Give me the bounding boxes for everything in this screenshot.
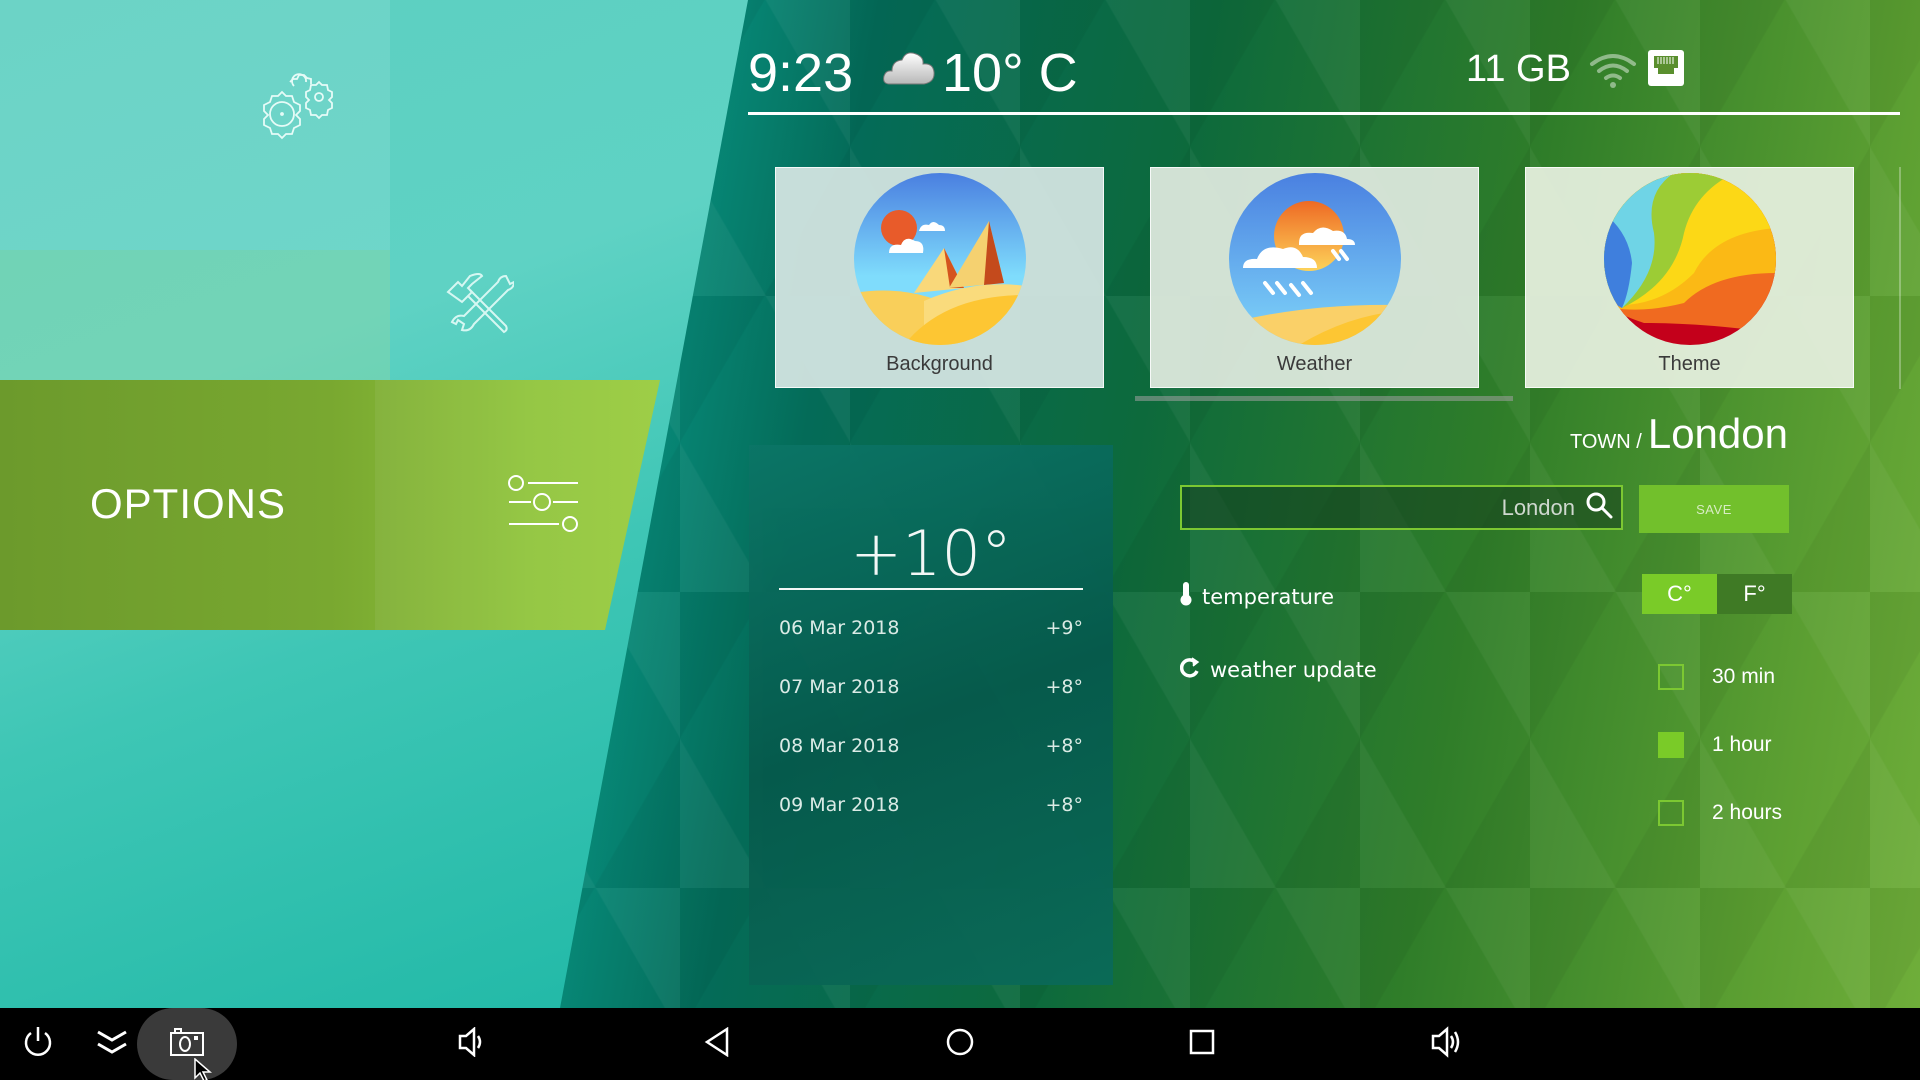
volume-up-button[interactable] — [1426, 1008, 1466, 1080]
temperature-unit-toggle[interactable]: C° F° — [1642, 574, 1792, 614]
unit-fahrenheit-button[interactable]: F° — [1717, 574, 1792, 614]
wifi-icon — [1588, 50, 1638, 95]
forecast-temp: +8° — [1045, 676, 1083, 698]
update-option-label: 30 min — [1712, 665, 1776, 688]
forecast-row: 09 Mar 2018 +8° — [779, 794, 1083, 816]
tile-label: Theme — [1658, 353, 1721, 375]
tile-background[interactable]: Background — [775, 167, 1104, 388]
town-name: London — [1647, 410, 1788, 457]
weather-update-setting: weather update — [1179, 656, 1377, 683]
update-checkbox[interactable] — [1658, 732, 1684, 758]
town-search-input[interactable] — [1182, 494, 1575, 521]
unit-celsius-button[interactable]: C° — [1642, 574, 1717, 614]
tile-weather[interactable]: Weather — [1150, 167, 1479, 388]
recents-button[interactable] — [1182, 1008, 1222, 1080]
back-button[interactable] — [697, 1008, 737, 1080]
forecast-date: 08 Mar 2018 — [779, 735, 900, 757]
town-heading: TOWN / London — [1570, 410, 1788, 458]
forecast-date: 06 Mar 2018 — [779, 617, 900, 639]
forecast-date: 07 Mar 2018 — [779, 676, 900, 698]
recents-square-icon — [1188, 1028, 1216, 1061]
chevron-double-down-icon — [96, 1029, 128, 1060]
town-search-field[interactable] — [1180, 485, 1623, 530]
collapse-button[interactable] — [92, 1008, 132, 1080]
forecast-temp: +9° — [1045, 617, 1083, 639]
forecast-row: 07 Mar 2018 +8° — [779, 676, 1083, 698]
volume-down-button[interactable] — [452, 1008, 492, 1080]
tile-theme[interactable]: Theme — [1525, 167, 1854, 388]
volume-up-icon — [1430, 1025, 1462, 1063]
forecast-current-temp: +10° — [850, 517, 1012, 590]
gears-icon[interactable] — [256, 62, 342, 147]
thermometer-icon — [1180, 582, 1192, 611]
desert-landscape-icon — [853, 173, 1026, 345]
home-button[interactable] — [940, 1008, 980, 1080]
forecast-divider — [779, 588, 1083, 590]
update-option-1hour[interactable]: 1 hour — [1658, 732, 1772, 758]
refresh-icon — [1179, 656, 1200, 683]
tile-label: Background — [886, 353, 993, 375]
back-triangle-icon — [703, 1026, 731, 1062]
forecast-temp: +8° — [1045, 735, 1083, 757]
status-divider — [748, 112, 1900, 115]
update-option-label: 2 hours — [1712, 801, 1783, 824]
forecast-card: +10° 06 Mar 2018 +9° 07 Mar 2018 +8° 08 … — [749, 445, 1113, 985]
forecast-temp: +8° — [1045, 794, 1083, 816]
search-icon[interactable] — [1585, 491, 1613, 524]
temperature-setting: temperature — [1180, 582, 1334, 611]
forecast-row: 08 Mar 2018 +8° — [779, 735, 1083, 757]
update-checkbox[interactable] — [1658, 664, 1684, 690]
forecast-row: 06 Mar 2018 +9° — [779, 617, 1083, 639]
mouse-cursor — [194, 1057, 214, 1080]
current-temperature: 10° C — [942, 43, 1078, 103]
update-option-2hours[interactable]: 2 hours — [1658, 800, 1782, 826]
ethernet-icon — [1648, 50, 1684, 91]
panel-highlight-lower — [0, 250, 390, 380]
cloud-icon — [882, 48, 936, 93]
tile-label: Weather — [1276, 353, 1353, 375]
home-circle-icon — [945, 1027, 975, 1062]
power-icon — [22, 1025, 54, 1064]
update-checkbox[interactable] — [1658, 800, 1684, 826]
color-swirl-icon — [1603, 173, 1776, 345]
camera-icon — [170, 1027, 204, 1061]
forecast-date: 09 Mar 2018 — [779, 794, 900, 816]
sun-rain-icon — [1228, 173, 1401, 345]
save-button[interactable]: SAVE — [1639, 485, 1789, 533]
sidebar-item-options-label: OPTIONS — [90, 480, 287, 527]
storage-indicator: 11 GB — [1466, 48, 1571, 90]
temperature-label: temperature — [1202, 584, 1334, 609]
weather-update-label: weather update — [1210, 657, 1377, 682]
next-tile-edge — [1899, 167, 1901, 389]
town-label: TOWN / — [1569, 431, 1642, 453]
update-option-label: 1 hour — [1712, 733, 1772, 756]
tiles-scrollbar[interactable] — [1135, 396, 1513, 401]
sliders-icon — [508, 474, 580, 539]
power-button[interactable] — [16, 1008, 60, 1080]
tools-icon[interactable] — [442, 268, 516, 343]
volume-down-icon — [457, 1025, 487, 1062]
update-option-30min[interactable]: 30 min — [1658, 664, 1775, 690]
clock: 9:23 — [748, 43, 854, 103]
